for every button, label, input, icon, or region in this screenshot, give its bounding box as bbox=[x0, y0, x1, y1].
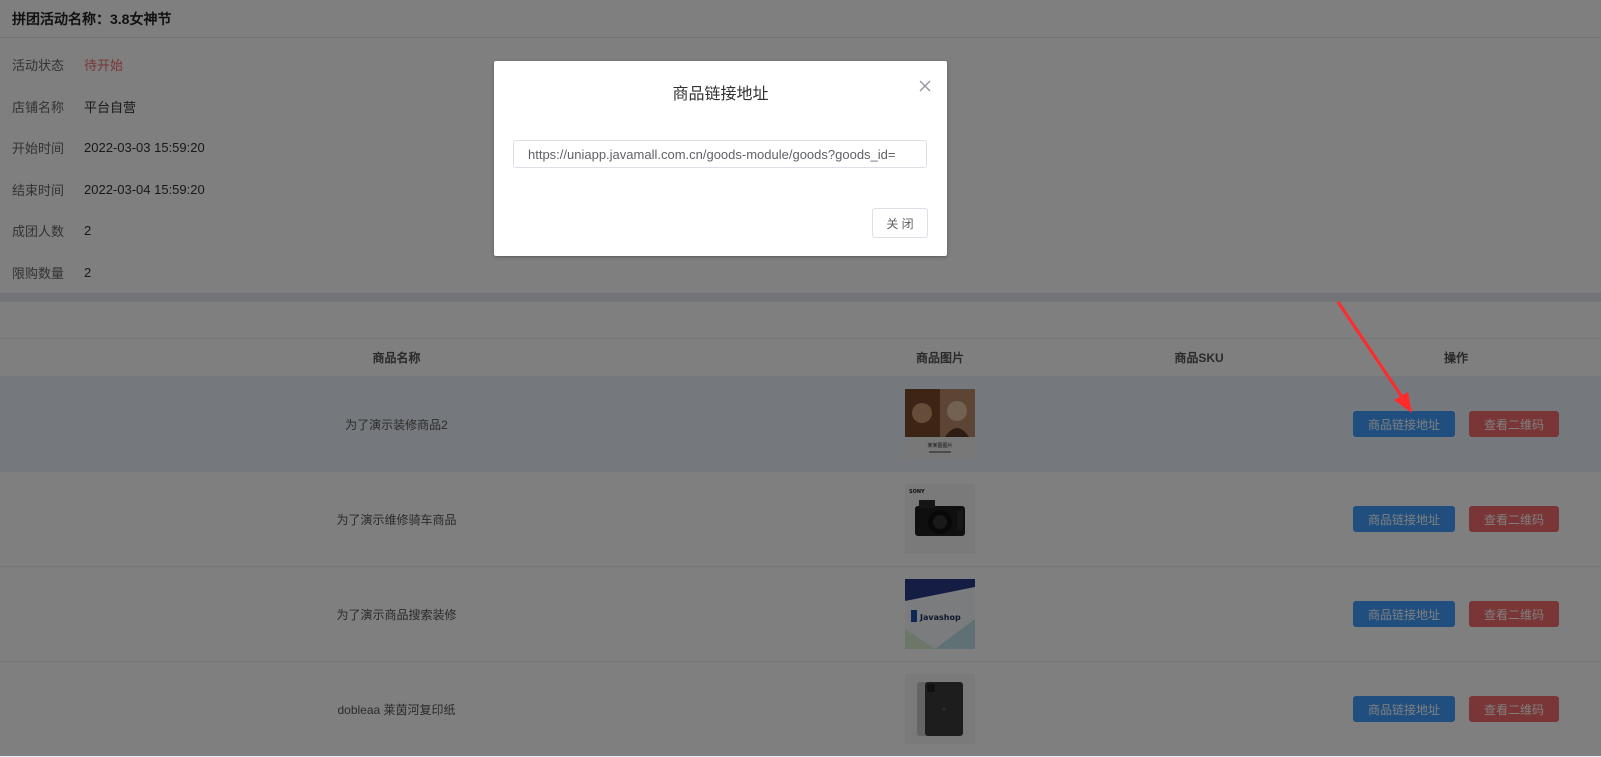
goods-url-input[interactable] bbox=[513, 140, 927, 168]
close-icon[interactable] bbox=[917, 78, 933, 94]
goods-link-dialog: 商品链接地址 关 闭 bbox=[494, 61, 947, 256]
close-button[interactable]: 关 闭 bbox=[872, 208, 928, 238]
dialog-title: 商品链接地址 bbox=[672, 86, 769, 103]
